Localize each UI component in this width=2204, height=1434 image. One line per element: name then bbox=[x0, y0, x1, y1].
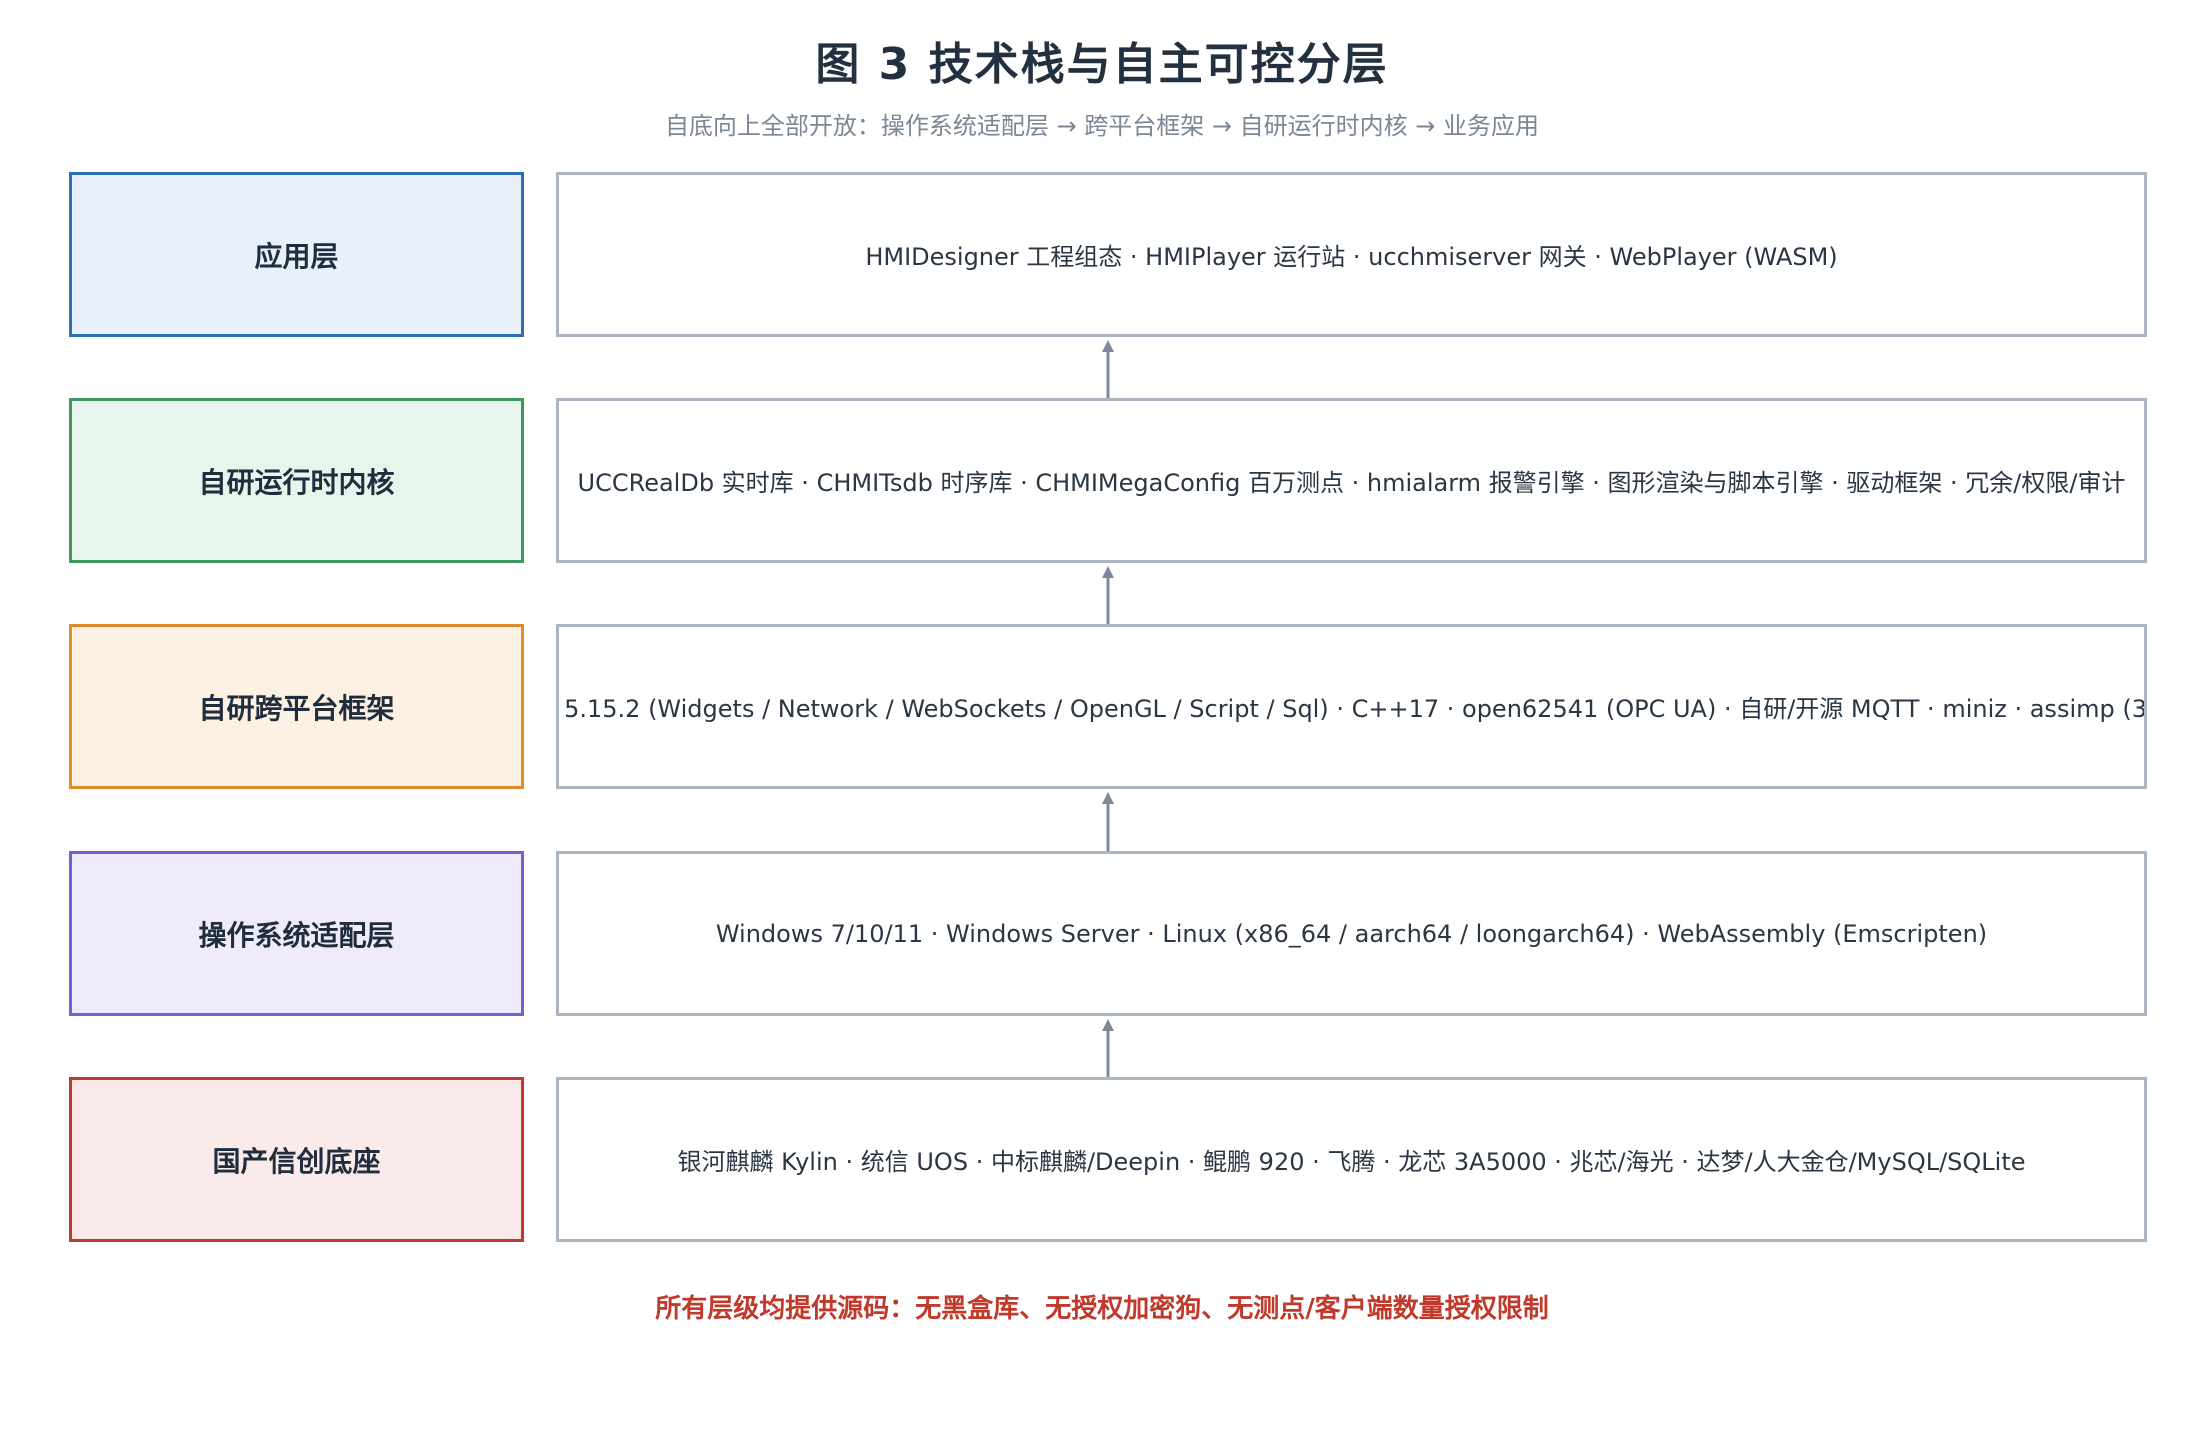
arrow-up-icon bbox=[1102, 340, 1114, 400]
layer-label-application: 应用层 bbox=[69, 172, 524, 337]
layer-label-os-adapter: 操作系统适配层 bbox=[69, 851, 524, 1016]
footer-note: 所有层级均提供源码：无黑盒库、无授权加密狗、无测点/客户端数量授权限制 bbox=[655, 1294, 1549, 1324]
layer-label-runtime-kernel: 自研运行时内核 bbox=[69, 398, 524, 563]
layer-label-cross-platform: 自研跨平台框架 bbox=[69, 624, 524, 789]
layer-content-application: HMIDesigner 工程组态 · HMIPlayer 运行站 · ucchm… bbox=[556, 172, 2147, 337]
figure-title: 图 3 技术栈与自主可控分层 bbox=[815, 39, 1389, 90]
arrow-up-icon bbox=[1102, 1019, 1114, 1079]
arrow-up-icon bbox=[1102, 566, 1114, 626]
layer-content-domestic-base: 银河麒麟 Kylin · 统信 UOS · 中标麒麟/Deepin · 鲲鹏 9… bbox=[556, 1077, 2147, 1242]
layer-content-cross-platform: Qt 5.15.2 (Widgets / Network / WebSocket… bbox=[556, 624, 2147, 789]
layer-content-os-adapter: Windows 7/10/11 · Windows Server · Linux… bbox=[556, 851, 2147, 1016]
layer-content-runtime-kernel: UCCRealDb 实时库 · CHMITsdb 时序库 · CHMIMegaC… bbox=[556, 398, 2147, 563]
layer-label-domestic-base: 国产信创底座 bbox=[69, 1077, 524, 1242]
diagram-canvas: 图 3 技术栈与自主可控分层 自底向上全部开放：操作系统适配层 → 跨平台框架 … bbox=[0, 0, 2204, 1434]
figure-subtitle: 自底向上全部开放：操作系统适配层 → 跨平台框架 → 自研运行时内核 → 业务应… bbox=[664, 112, 1540, 140]
arrow-up-icon bbox=[1102, 792, 1114, 852]
